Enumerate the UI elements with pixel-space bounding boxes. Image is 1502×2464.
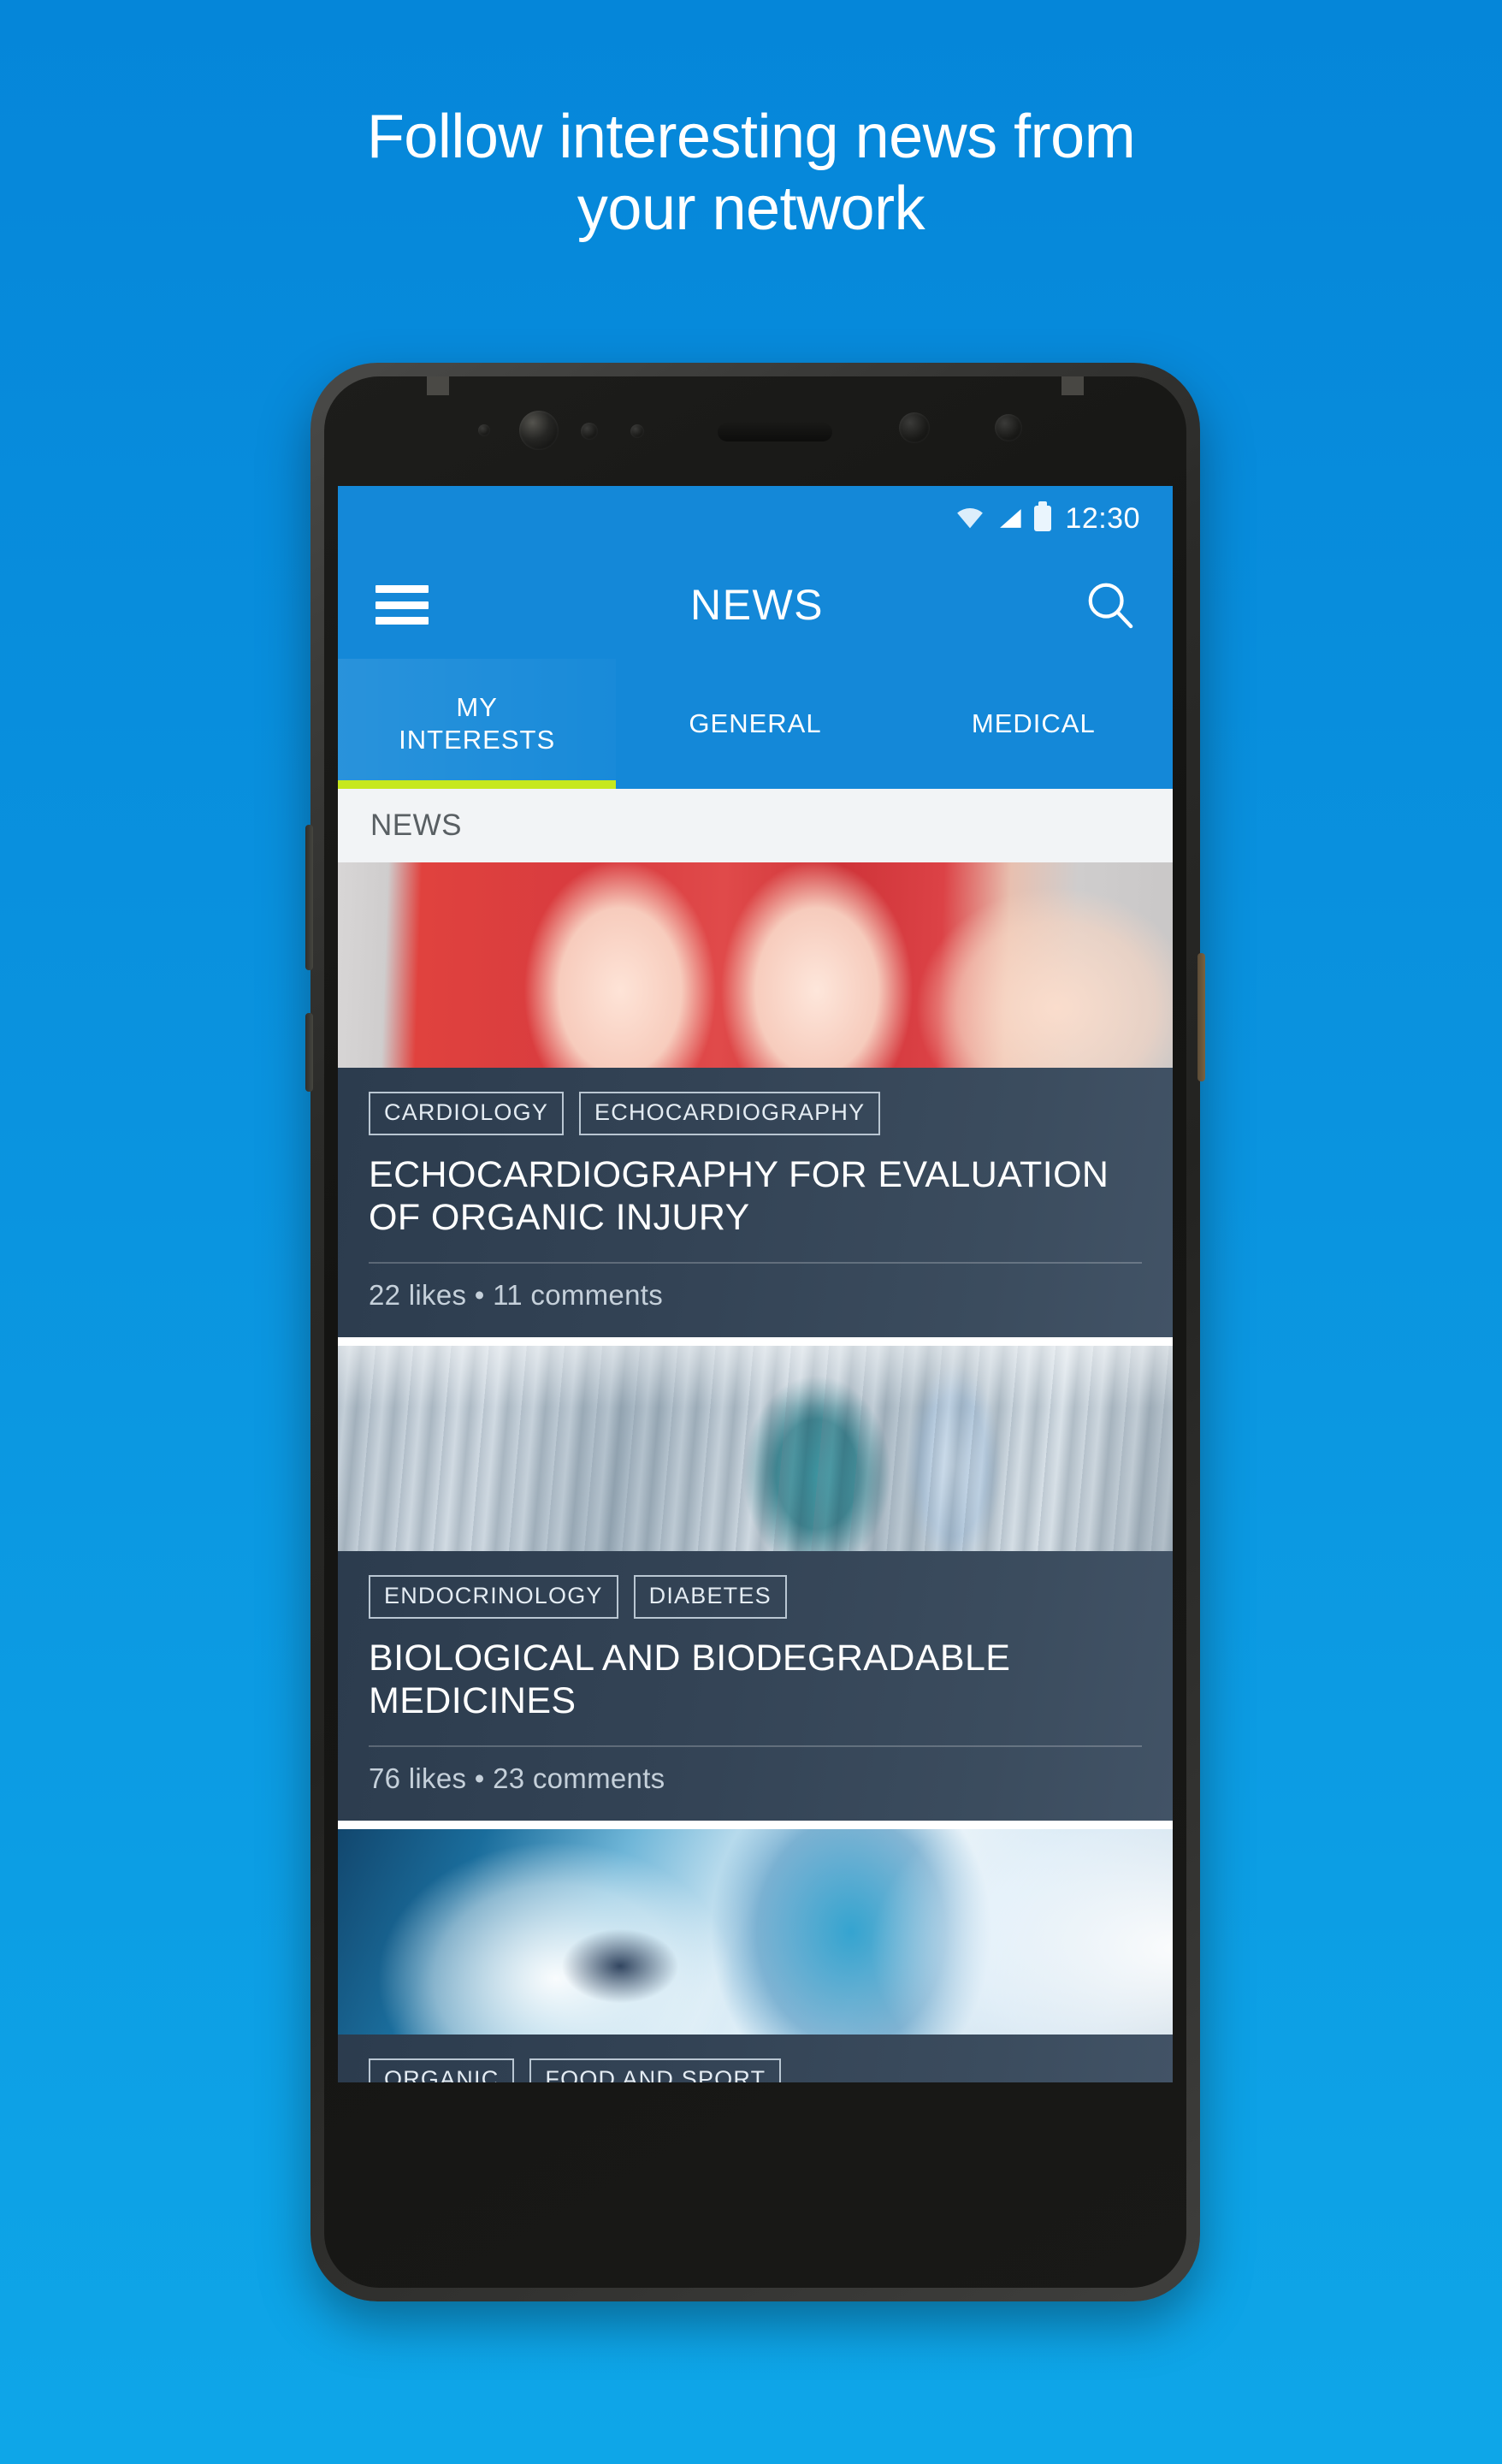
news-card-body: ORGANIC FOOD AND SPORT [338, 2034, 1173, 2082]
news-card-image [338, 1828, 1173, 2035]
volume-button[interactable] [305, 825, 313, 970]
tab-bar: MY INTERESTS GENERAL MEDICAL [338, 659, 1173, 789]
news-card-body: CARDIOLOGY ECHOCARDIOGRAPHY ECHOCARDIOGR… [338, 1068, 1173, 1337]
news-card[interactable]: ORGANIC FOOD AND SPORT [338, 1828, 1173, 2082]
tab-my-interests[interactable]: MY INTERESTS [338, 659, 617, 789]
news-card-tags: ORGANIC FOOD AND SPORT [369, 2058, 1142, 2082]
section-header: NEWS [338, 789, 1173, 862]
phone-mockup: 12:30 NEWS MY INTERESTS GENERAL MEDICAL … [305, 363, 1205, 2301]
search-icon[interactable] [1085, 580, 1135, 630]
phone-top-bezel [324, 376, 1186, 486]
earpiece-speaker-icon [718, 423, 832, 441]
news-tag[interactable]: DIABETES [633, 1574, 787, 1619]
news-card[interactable]: CARDIOLOGY ECHOCARDIOGRAPHY ECHOCARDIOGR… [338, 862, 1173, 1337]
news-card-meta: 76 likes • 23 comments [369, 1762, 665, 1794]
news-card-image [338, 1345, 1173, 1551]
news-card[interactable]: ENDOCRINOLOGY DIABETES BIOLOGICAL AND BI… [338, 1345, 1173, 1821]
promo-headline-line1: Follow interesting news from [366, 103, 1136, 171]
wifi-icon [957, 508, 984, 529]
news-card-body: ENDOCRINOLOGY DIABETES BIOLOGICAL AND BI… [338, 1550, 1173, 1821]
front-camera-icon [519, 411, 559, 450]
tab-my-interests-label-line2: INTERESTS [399, 725, 556, 755]
phone-screen: 12:30 NEWS MY INTERESTS GENERAL MEDICAL … [338, 486, 1173, 2082]
app-bar: NEWS [338, 551, 1173, 659]
tab-my-interests-label-line1: MY [456, 692, 498, 723]
tertiary-sensor-icon [995, 414, 1022, 441]
power-button[interactable] [1197, 953, 1205, 1081]
proximity-sensor-icon [478, 424, 490, 436]
assistant-button[interactable] [305, 1013, 313, 1092]
news-card-title: ECHOCARDIOGRAPHY FOR EVALUATION OF ORGAN… [369, 1154, 1109, 1238]
battery-icon [1034, 501, 1052, 531]
news-card-meta-row: 76 likes • 23 comments [369, 1744, 1142, 1821]
news-card-tags: CARDIOLOGY ECHOCARDIOGRAPHY [369, 1092, 1142, 1135]
status-bar-clock: 12:30 [1065, 501, 1140, 535]
news-feed: CARDIOLOGY ECHOCARDIOGRAPHY ECHOCARDIOGR… [338, 862, 1173, 2082]
secondary-camera-icon [899, 412, 930, 443]
phone-bezel: 12:30 NEWS MY INTERESTS GENERAL MEDICAL … [324, 376, 1186, 2288]
news-card-title: BIOLOGICAL AND BIODEGRADABLE MEDICINES [369, 1637, 1011, 1721]
tab-medical[interactable]: MEDICAL [895, 659, 1173, 789]
news-tag[interactable]: ORGANIC [369, 2058, 515, 2082]
news-card-meta-row: 22 likes • 11 comments [369, 1261, 1142, 1337]
news-card-tags: ENDOCRINOLOGY DIABETES [369, 1574, 1142, 1619]
light-sensor-icon [581, 423, 598, 440]
page-title: NEWS [690, 581, 824, 629]
tab-medical-label: MEDICAL [971, 708, 1096, 739]
section-header-label: NEWS [370, 808, 462, 842]
news-card-image [338, 862, 1173, 1068]
news-tag[interactable]: CARDIOLOGY [369, 1092, 565, 1135]
hamburger-menu-icon[interactable] [376, 585, 429, 625]
news-card-meta: 22 likes • 11 comments [369, 1278, 664, 1311]
status-bar: 12:30 [338, 486, 1173, 551]
news-tag[interactable]: ECHOCARDIOGRAPHY [579, 1092, 881, 1135]
promo-headline-line2: your network [577, 175, 925, 244]
promo-headline: Follow interesting news from your networ… [0, 101, 1502, 245]
status-bar-icons [955, 501, 1052, 531]
news-tag[interactable]: ENDOCRINOLOGY [369, 1574, 618, 1619]
tab-general[interactable]: GENERAL [616, 659, 894, 789]
signal-icon [1000, 509, 1022, 528]
tab-general-label: GENERAL [689, 708, 822, 739]
active-tab-indicator [338, 780, 617, 789]
iris-sensor-icon [630, 424, 644, 438]
news-tag[interactable]: FOOD AND SPORT [529, 2058, 782, 2082]
